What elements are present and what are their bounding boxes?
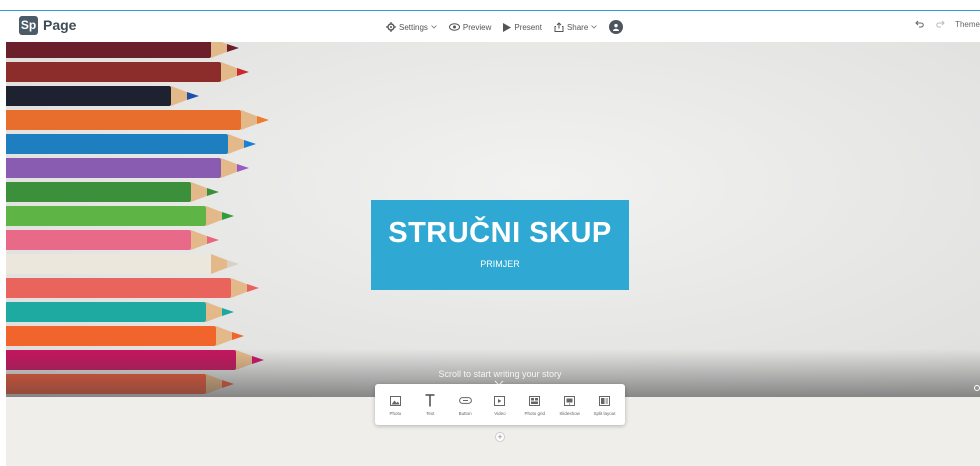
pencil-body <box>6 110 241 130</box>
settings-menu[interactable]: Settings <box>386 22 437 32</box>
pencil-tip <box>257 116 269 124</box>
pencil-tip <box>222 308 234 316</box>
add-section-button[interactable]: + <box>495 432 505 442</box>
insert-slideshow-button[interactable]: Slideshow <box>554 394 586 416</box>
pencil-body <box>6 158 221 178</box>
undo-icon[interactable] <box>915 19 925 29</box>
share-icon <box>554 22 564 32</box>
pencil-tip <box>207 236 219 244</box>
tool-label: Photo <box>389 410 402 416</box>
tool-label: Photo grid <box>524 410 546 416</box>
slideshow-icon <box>564 395 576 406</box>
insert-split-layout-button[interactable]: Split layout <box>588 394 620 416</box>
insert-button-button[interactable]: Button <box>449 394 481 416</box>
app-name[interactable]: Page <box>43 17 76 33</box>
redo-icon[interactable] <box>935 19 945 29</box>
pencil-tip <box>207 188 219 196</box>
split-layout-icon <box>598 395 610 406</box>
app-header: Sp Page Settings Preview Present Share T… <box>0 11 980 42</box>
pencil-tip <box>227 44 239 52</box>
pencil-body <box>6 278 231 298</box>
share-label: Share <box>566 22 589 32</box>
pencil-body <box>6 302 206 322</box>
preview-label: Preview <box>462 22 492 32</box>
pencil-body <box>6 254 211 274</box>
pencil-body <box>6 86 171 106</box>
title-block[interactable]: STRUČNI SKUP PRIMJER <box>371 200 629 290</box>
header-nav: Settings Preview Present Share <box>386 19 624 35</box>
pencil-body <box>6 62 221 82</box>
pencil-body <box>6 206 206 226</box>
photo-grid-icon <box>529 395 541 406</box>
insert-video-button[interactable]: Video <box>484 394 516 416</box>
link-icon <box>458 397 472 404</box>
present-label: Present <box>514 22 542 32</box>
page-subtitle[interactable]: PRIMJER <box>371 259 629 269</box>
pencil-tip <box>187 92 199 100</box>
insert-photo-grid-button[interactable]: Photo grid <box>519 394 551 416</box>
tool-label: Slideshow <box>559 410 580 416</box>
theme-button[interactable]: Theme <box>955 20 980 29</box>
insert-photo-button[interactable]: Photo <box>379 394 411 416</box>
share-menu[interactable]: Share <box>554 22 598 32</box>
user-icon <box>613 23 620 31</box>
pencil-body <box>6 42 211 58</box>
pencil-tip <box>244 140 256 148</box>
insert-text-button[interactable]: Text <box>414 394 446 416</box>
tool-label: Text <box>426 410 435 416</box>
app-logo-icon[interactable]: Sp <box>19 16 38 35</box>
pencil-body <box>6 230 191 250</box>
eye-icon <box>448 23 460 31</box>
header-right: Theme <box>915 19 980 29</box>
top-accent-line <box>0 0 980 11</box>
preview-button[interactable]: Preview <box>448 22 492 32</box>
text-icon <box>425 394 435 407</box>
video-icon <box>494 395 506 406</box>
avatar[interactable] <box>609 20 624 34</box>
scroll-hint: Scroll to start writing your story <box>438 369 562 379</box>
pencil-tip <box>237 164 249 172</box>
gear-icon <box>386 22 396 32</box>
present-button[interactable]: Present <box>503 22 542 32</box>
chevron-down-icon <box>431 25 437 29</box>
pencil-tip <box>222 212 234 220</box>
pencil-tip <box>227 260 239 268</box>
pencil-tip <box>237 68 249 76</box>
photo-icon <box>389 395 401 406</box>
pencil-body <box>6 182 191 202</box>
tool-label: Video <box>494 410 506 416</box>
pencil-body <box>6 326 216 346</box>
play-icon <box>503 22 512 32</box>
chevron-down-icon <box>591 25 598 29</box>
circle-handle-icon[interactable] <box>974 385 980 391</box>
pencil-tip <box>247 284 259 292</box>
pencil-body <box>6 134 228 154</box>
settings-label: Settings <box>399 22 428 32</box>
insert-toolbar: Photo Text Button Video Photo grid Slide… <box>375 384 625 425</box>
page-title[interactable]: STRUČNI SKUP <box>371 217 629 250</box>
pencil-tip <box>232 332 244 340</box>
tool-label: Split layout <box>593 410 616 416</box>
tool-label: Button <box>458 410 472 416</box>
